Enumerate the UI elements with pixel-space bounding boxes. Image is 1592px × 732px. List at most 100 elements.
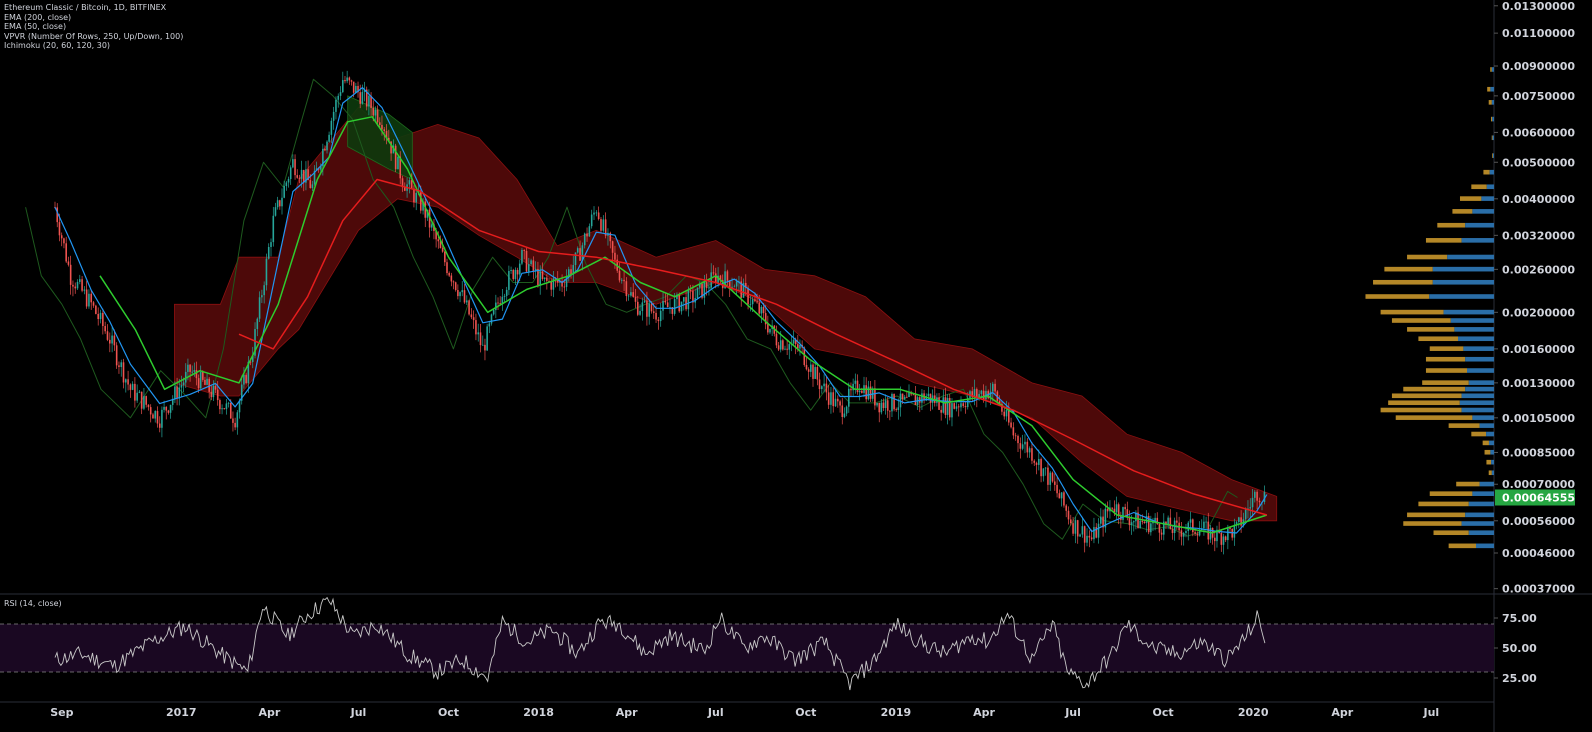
volume-profile-up-bar bbox=[1468, 501, 1494, 507]
candle-body bbox=[95, 305, 97, 314]
candle-body bbox=[623, 279, 625, 282]
candle-body bbox=[726, 271, 729, 281]
candle-body bbox=[67, 261, 70, 265]
candle-body bbox=[837, 398, 839, 402]
rsi-legend[interactable]: RSI (14, close) bbox=[4, 599, 62, 608]
candle-body bbox=[111, 335, 113, 344]
candle-body bbox=[189, 364, 191, 372]
candle-body bbox=[1185, 531, 1187, 533]
candle-body bbox=[839, 401, 841, 406]
volume-profile-down-bar bbox=[1407, 254, 1448, 260]
candle-body bbox=[486, 326, 488, 351]
candle-body bbox=[296, 175, 299, 178]
candle-body bbox=[1115, 504, 1118, 513]
candle-body bbox=[131, 383, 134, 390]
candle-body bbox=[1189, 519, 1192, 523]
volume-profile-up-bar bbox=[1461, 238, 1494, 243]
candle-body bbox=[227, 402, 230, 404]
volume-profile-down-bar bbox=[1486, 459, 1492, 465]
volume-profile-up-bar bbox=[1461, 393, 1494, 399]
candle-body bbox=[1244, 509, 1247, 520]
candle-body bbox=[602, 219, 605, 231]
symbol-title[interactable]: Ethereum Classic / Bitcoin, 1D, BITFINEX bbox=[4, 3, 183, 13]
candle-body bbox=[812, 364, 814, 379]
candle-body bbox=[834, 398, 837, 407]
volume-profile-down-bar bbox=[1429, 491, 1473, 496]
candle-body bbox=[381, 124, 383, 130]
volume-profile-down-bar bbox=[1380, 407, 1462, 413]
candle-body bbox=[408, 180, 411, 185]
candle-body bbox=[630, 292, 632, 296]
candle-body bbox=[165, 406, 168, 411]
volume-profile-up-bar bbox=[1488, 440, 1494, 446]
price-tick-label: 0.00160000 bbox=[1502, 343, 1575, 356]
candle-body bbox=[147, 404, 150, 408]
candle-body bbox=[490, 314, 493, 324]
price-tick-label: 0.00500000 bbox=[1502, 156, 1575, 169]
indicator-ichimoku-label[interactable]: Ichimoku (20, 60, 120, 30) bbox=[4, 41, 183, 51]
candle-body bbox=[1093, 527, 1095, 540]
candle-body bbox=[687, 290, 690, 310]
candle-body bbox=[597, 212, 600, 220]
price-chart[interactable]: 0.01300000 0.01100000 0.00900000 0.00750000… bbox=[0, 0, 1592, 732]
candle-body bbox=[454, 282, 457, 291]
candle-body bbox=[832, 392, 835, 407]
candle-body bbox=[636, 301, 639, 315]
volume-profile-up-bar bbox=[1432, 279, 1494, 285]
candle-body bbox=[497, 302, 499, 304]
candle-body bbox=[229, 402, 232, 419]
candle-body bbox=[982, 390, 985, 400]
candle-body bbox=[521, 250, 523, 264]
candle-body bbox=[225, 403, 228, 410]
candle-body bbox=[807, 369, 810, 372]
candle-body bbox=[1081, 526, 1084, 535]
volume-profile-down-bar bbox=[1391, 393, 1462, 399]
candle-body bbox=[113, 335, 116, 346]
candle-body bbox=[938, 397, 940, 410]
indicator-vpvr-label[interactable]: VPVR (Number Of Rows, 250, Up/Down, 100) bbox=[4, 32, 183, 42]
candle-body bbox=[324, 148, 326, 151]
candle-body bbox=[204, 379, 206, 385]
candle-body bbox=[903, 396, 906, 400]
candle-body bbox=[948, 398, 951, 418]
candle-body bbox=[614, 252, 616, 260]
candle-body bbox=[294, 159, 296, 176]
volume-profile-up-bar bbox=[1447, 254, 1494, 260]
candle-body bbox=[991, 383, 994, 392]
candle-body bbox=[1256, 491, 1258, 501]
candle-body bbox=[666, 302, 669, 308]
rsi-tick-label: 25.00 bbox=[1502, 672, 1537, 685]
candle-body bbox=[397, 156, 399, 170]
candle-body bbox=[841, 405, 844, 417]
volume-profile-down-bar bbox=[1488, 470, 1492, 476]
candle-body bbox=[1139, 520, 1141, 529]
candle-body bbox=[503, 295, 506, 297]
volume-profile-up-bar bbox=[1486, 184, 1494, 190]
volume-profile-down-bar bbox=[1395, 415, 1473, 420]
candle-body bbox=[1180, 530, 1183, 537]
time-axis-label: Oct bbox=[438, 706, 459, 719]
volume-profile-down-bar bbox=[1482, 440, 1489, 446]
volume-profile-down-bar bbox=[1492, 153, 1493, 158]
candle-body bbox=[874, 388, 876, 406]
candle-body bbox=[1088, 535, 1091, 538]
candle-body bbox=[1222, 536, 1225, 545]
candle-body bbox=[97, 313, 99, 320]
candle-body bbox=[825, 383, 828, 393]
candle-body bbox=[964, 405, 967, 408]
indicator-ema200-label[interactable]: EMA (200, close) bbox=[4, 13, 183, 23]
candle-body bbox=[632, 292, 635, 297]
chart-legend: Ethereum Classic / Bitcoin, 1D, BITFINEX… bbox=[4, 3, 183, 51]
candle-body bbox=[1111, 507, 1114, 509]
candle-body bbox=[197, 378, 200, 389]
candle-body bbox=[212, 386, 215, 398]
candle-body bbox=[1106, 508, 1109, 512]
volume-profile-down-bar bbox=[1471, 184, 1487, 190]
candle-body bbox=[122, 362, 125, 383]
candle-body bbox=[1067, 510, 1070, 520]
candle-body bbox=[696, 287, 699, 299]
price-tick-label: 0.00260000 bbox=[1502, 263, 1575, 276]
candle-body bbox=[856, 380, 859, 393]
volume-profile-up-bar bbox=[1489, 169, 1494, 175]
indicator-ema50-label[interactable]: EMA (50, close) bbox=[4, 22, 183, 32]
